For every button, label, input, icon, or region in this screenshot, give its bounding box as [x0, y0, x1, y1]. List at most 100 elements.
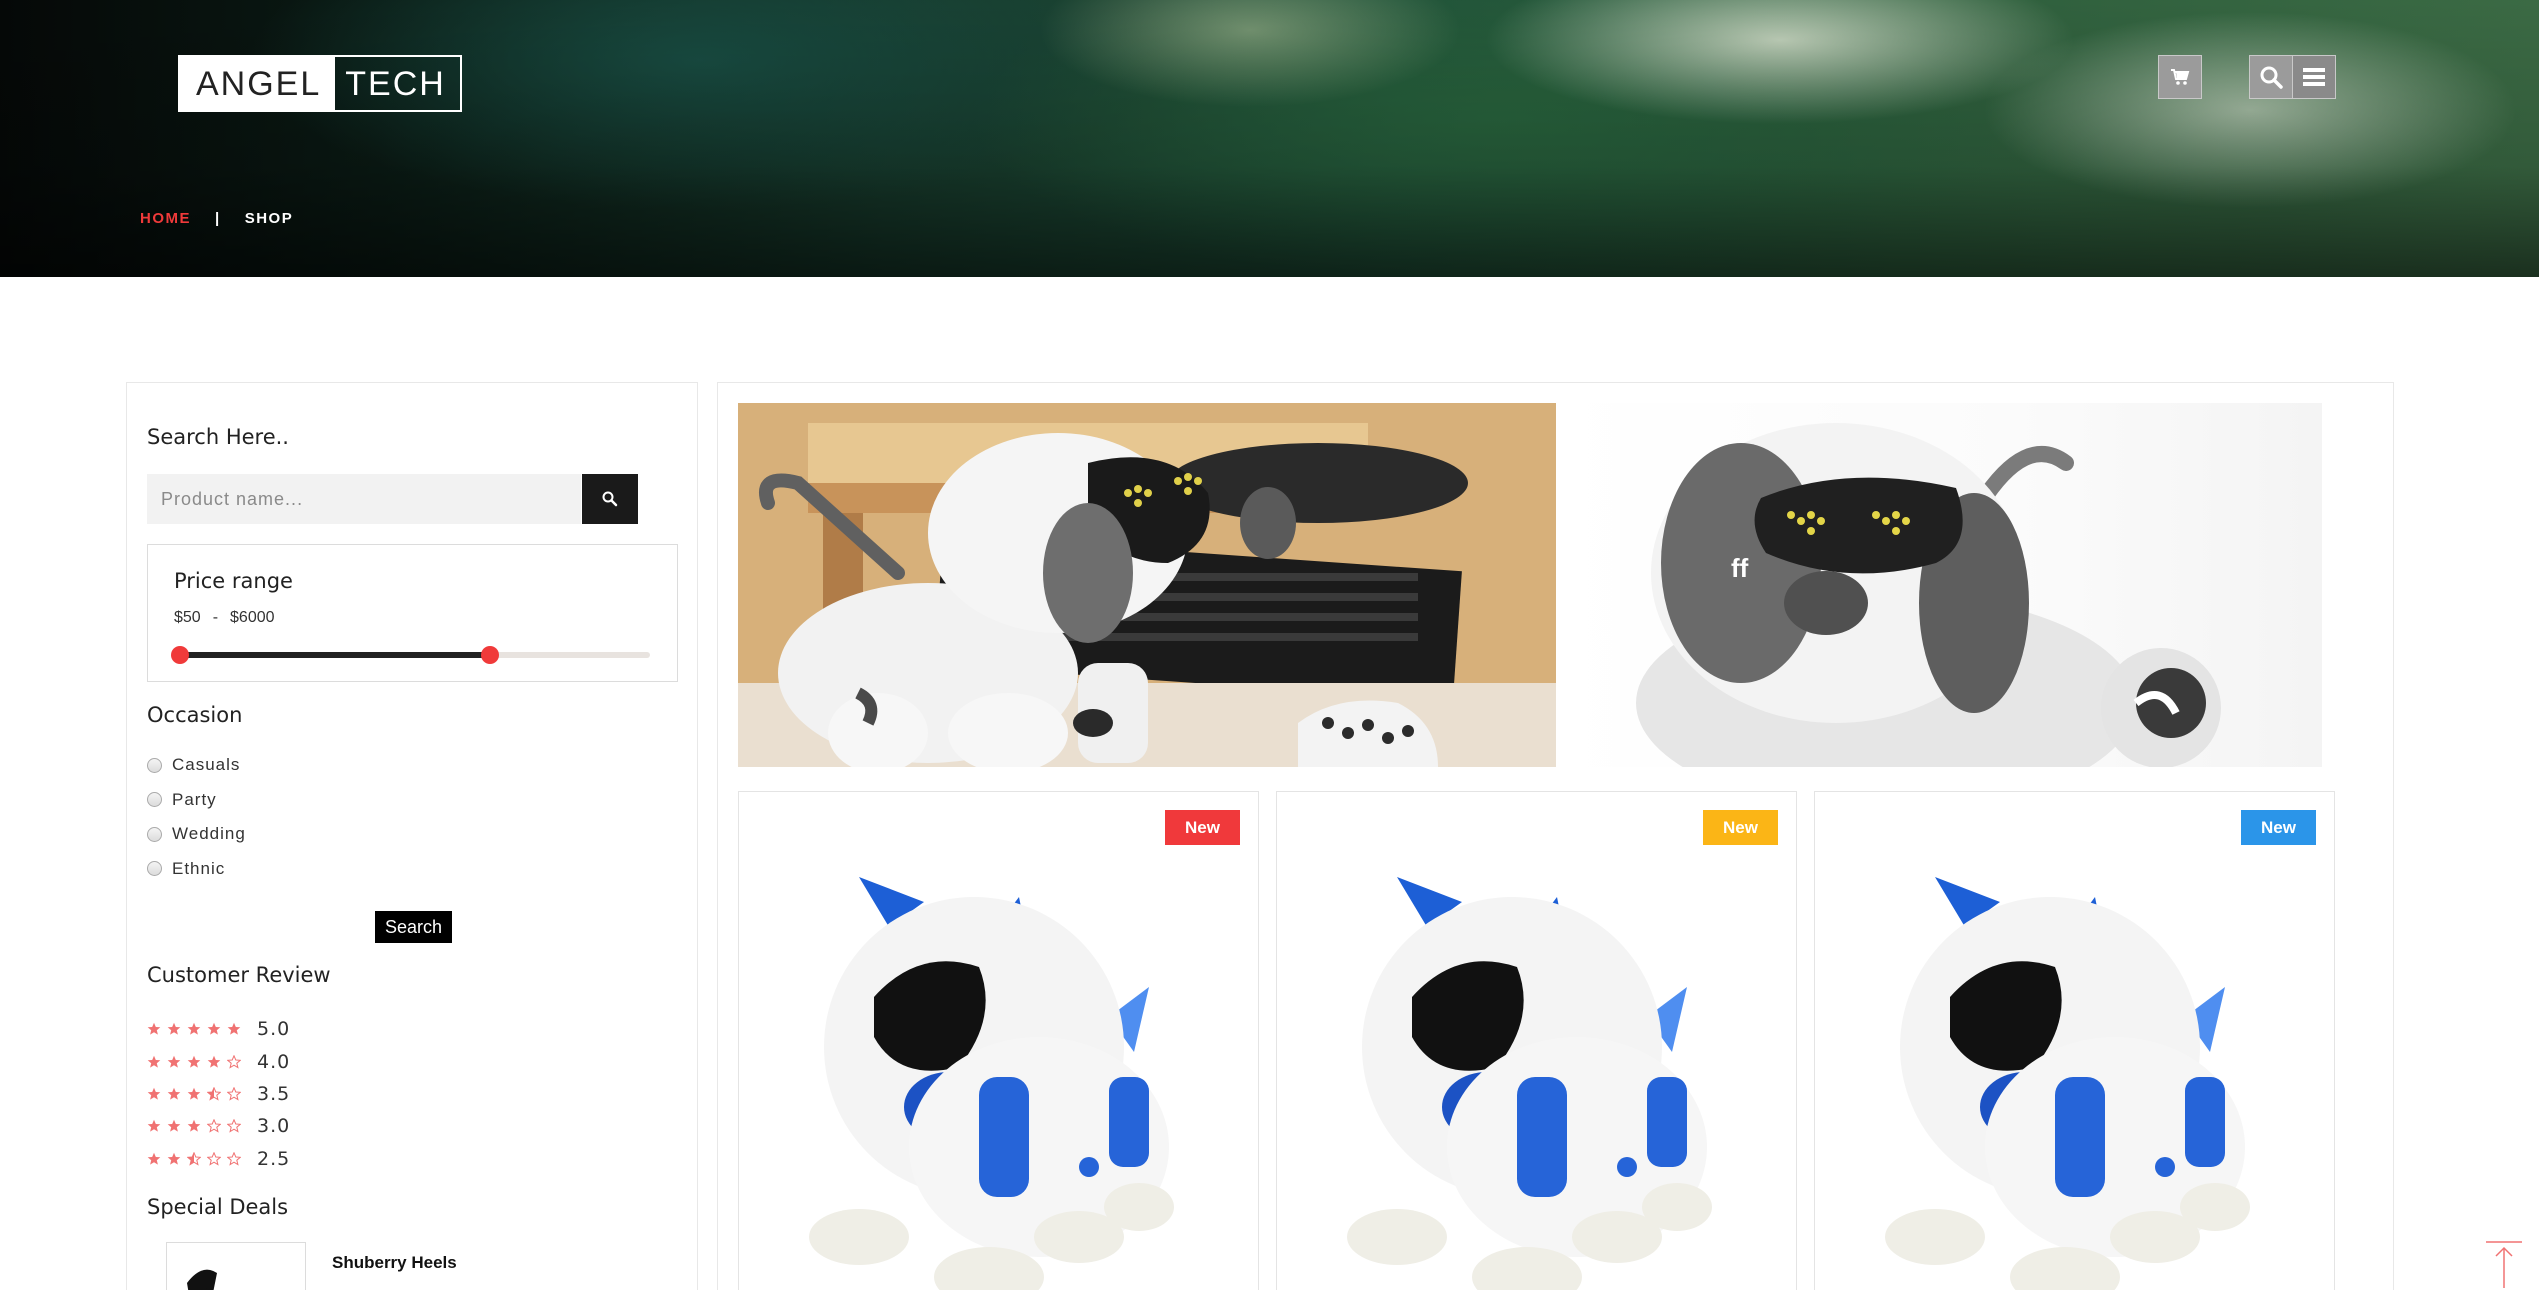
price-max-label: $6000: [230, 609, 275, 626]
logo-text-right: TECH: [345, 65, 446, 103]
price-slider-fill: [180, 652, 491, 658]
deal-product-name[interactable]: Shuberry Heels: [332, 1253, 457, 1273]
star-full-icon: [207, 1055, 221, 1068]
review-filter-item[interactable]: 3.0: [147, 1110, 290, 1142]
occasion-title: Occasion: [147, 703, 243, 727]
sidebar: Search Here.. Price range $50 - $6000 Oc…: [126, 382, 698, 1290]
radio-button[interactable]: [147, 861, 162, 877]
star-full-icon: [227, 1022, 241, 1035]
occasion-option[interactable]: Ethnic: [147, 852, 246, 887]
star-full-icon: [147, 1022, 161, 1035]
review-value: 3.5: [257, 1082, 291, 1105]
banner-photo-robot-dog-desk: [738, 403, 1556, 767]
review-filter-item[interactable]: 2.5: [147, 1143, 290, 1175]
cart-button[interactable]: [2158, 55, 2202, 99]
star-empty-icon: [227, 1151, 241, 1166]
star-rating: [147, 1054, 257, 1069]
review-filter-item[interactable]: 4.0: [147, 1045, 290, 1077]
star-full-icon: [187, 1087, 201, 1100]
product-card[interactable]: New: [1814, 791, 2335, 1290]
header-search-button[interactable]: [2249, 55, 2293, 99]
price-range-values: $50 - $6000: [174, 609, 275, 627]
radio-button[interactable]: [147, 792, 162, 808]
deal-thumbnail[interactable]: [166, 1242, 306, 1290]
star-full-icon: [167, 1055, 181, 1068]
star-full-icon: [167, 1120, 181, 1132]
scroll-to-top-button[interactable]: [2482, 1238, 2526, 1290]
star-empty-icon: [227, 1054, 241, 1069]
occasion-option[interactable]: Casuals: [147, 748, 246, 783]
review-value: 4.0: [257, 1050, 291, 1073]
star-empty-icon: [227, 1086, 241, 1101]
breadcrumb-home-link[interactable]: HOME: [140, 210, 191, 227]
review-value: 2.5: [257, 1147, 291, 1170]
occasion-option[interactable]: Party: [147, 783, 246, 818]
review-filter-item[interactable]: 5.0: [147, 1013, 290, 1045]
customer-review-title: Customer Review: [147, 963, 331, 987]
product-image-robot-puppy: [809, 877, 1174, 1290]
site-logo[interactable]: ANGEL TECH: [178, 55, 462, 112]
star-empty-icon: [207, 1119, 221, 1134]
search-icon: [2260, 66, 2283, 89]
star-full-icon: [147, 1087, 161, 1100]
product-card[interactable]: New: [738, 791, 1259, 1290]
menu-button[interactable]: [2292, 55, 2336, 99]
review-filter-item[interactable]: 3.5: [147, 1078, 290, 1110]
new-badge: New: [2241, 810, 2316, 845]
customer-review-list: 5.0 4.0 3.5 3.0 2.5: [147, 1013, 290, 1175]
special-deals-title: Special Deals: [147, 1195, 289, 1219]
price-range-filter: Price range $50 - $6000: [147, 544, 678, 682]
deal-product-image: [187, 1269, 217, 1290]
star-rating: [147, 1119, 257, 1134]
new-badge: New: [1165, 810, 1240, 845]
occasion-search-button[interactable]: Search: [374, 910, 454, 944]
product-image-robot-puppy: [1347, 877, 1712, 1290]
search-title: Search Here..: [147, 425, 289, 449]
banner-overlay-text: ff: [1731, 553, 1749, 583]
price-separator: -: [212, 609, 219, 626]
star-half-icon: [207, 1086, 221, 1101]
hamburger-menu-icon: [2303, 68, 2325, 86]
breadcrumb-current: SHOP: [244, 210, 294, 227]
search-icon: [602, 491, 618, 507]
star-full-icon: [187, 1120, 201, 1132]
star-full-icon: [187, 1022, 201, 1035]
radio-button[interactable]: [147, 826, 162, 842]
product-search-button[interactable]: [582, 474, 638, 524]
star-full-icon: [167, 1087, 181, 1100]
product-image-robot-puppy: [1885, 877, 2250, 1290]
price-range-title: Price range: [174, 569, 293, 593]
price-slider-min-handle[interactable]: [171, 646, 189, 664]
logo-text-left: ANGEL: [180, 57, 336, 110]
main-content: ff New New New: [717, 382, 2394, 1290]
star-rating: [147, 1086, 257, 1101]
star-full-icon: [167, 1022, 181, 1035]
review-value: 5.0: [257, 1018, 291, 1041]
review-value: 3.0: [257, 1115, 291, 1138]
product-search-input[interactable]: [147, 474, 581, 524]
arrow-up-icon: [2486, 1241, 2522, 1288]
price-slider-track[interactable]: [171, 646, 650, 664]
star-half-icon: [187, 1151, 201, 1166]
occasion-label: Ethnic: [172, 858, 226, 878]
cart-icon: [2171, 69, 2190, 85]
occasion-option[interactable]: Wedding: [147, 817, 246, 852]
occasion-list: Casuals Party Wedding Ethnic: [147, 748, 246, 886]
product-card[interactable]: New: [1276, 791, 1797, 1290]
star-empty-icon: [227, 1119, 241, 1134]
radio-button[interactable]: [147, 757, 162, 773]
occasion-label: Wedding: [172, 824, 246, 844]
star-full-icon: [187, 1055, 201, 1068]
star-full-icon: [147, 1055, 161, 1068]
star-empty-icon: [207, 1151, 221, 1166]
banner-photo-robot-dog-closeup: ff: [1556, 403, 2322, 767]
star-rating: [147, 1022, 257, 1036]
price-slider-max-handle[interactable]: [481, 646, 500, 664]
star-full-icon: [167, 1152, 181, 1165]
new-badge: New: [1703, 810, 1778, 845]
hero-shade: [0, 0, 2539, 277]
breadcrumb-separator: |: [215, 210, 221, 227]
shop-banner[interactable]: ff: [738, 403, 2322, 767]
price-min-label: $50: [174, 609, 201, 626]
header-hero: ANGEL TECH HOME | SHOP: [0, 0, 2539, 277]
